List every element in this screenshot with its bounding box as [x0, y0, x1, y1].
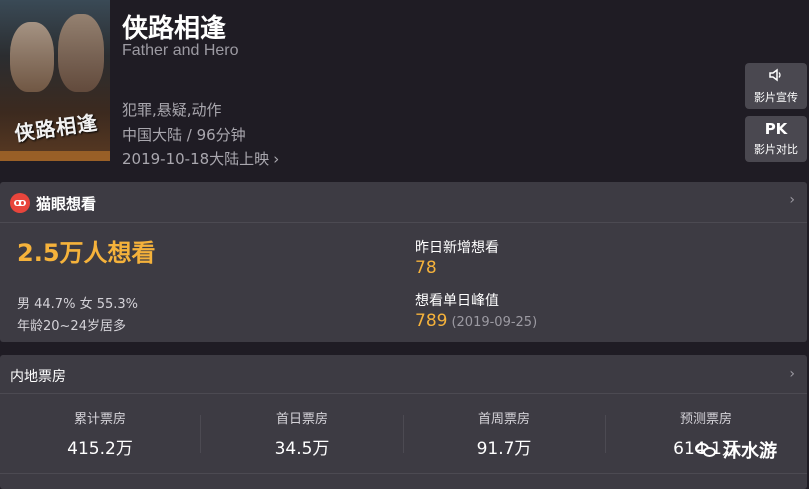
release-date-text: 2019-10-18大陆上映 [122, 150, 270, 168]
stat-cumulative: 累计票房 415.2万 [0, 408, 200, 459]
stat-label: 首日票房 [275, 412, 328, 427]
compare-label: 影片对比 [754, 143, 798, 156]
gender-ratio: 男 44.7% 女 55.3% [17, 297, 138, 312]
stat-label: 首周票房 [477, 412, 530, 427]
stat-first-week: 首周票房 91.7万 [404, 408, 604, 459]
promo-button[interactable]: 影片宣传 [745, 63, 807, 109]
chevron-right-icon[interactable]: › [789, 192, 795, 208]
chevron-right-icon: › [273, 150, 280, 168]
movie-detail-page: 侠路相逢 侠路相逢 Father and Hero 犯罪,悬疑,动作 中国大陆 … [0, 0, 809, 489]
wechat-icon [695, 441, 717, 459]
peak-date: (2019-09-25) [451, 315, 538, 330]
peak-row: 789 (2019-09-25) [415, 311, 537, 331]
maoyan-cat-icon [10, 193, 30, 213]
movie-poster[interactable]: 侠路相逢 [0, 0, 110, 161]
want-header: 猫眼想看 [10, 192, 96, 214]
stat-label: 累计票房 [73, 412, 126, 427]
want-total: 2.5万人想看 [17, 239, 156, 267]
yesterday-new-label: 昨日新增想看 [415, 240, 499, 256]
movie-genre: 犯罪,悬疑,动作 [122, 101, 222, 119]
release-date-link[interactable]: 2019-10-18大陆上映 › [122, 148, 279, 169]
stat-separator [200, 415, 201, 453]
age-distribution: 年龄20~24岁居多 [17, 319, 126, 334]
pk-icon: PK [764, 120, 788, 138]
stat-value: 91.7万 [476, 439, 532, 459]
promo-label: 影片宣传 [754, 90, 798, 104]
watermark-text: 沐水游 [723, 441, 777, 462]
watermark: 沐水游 [695, 437, 777, 463]
divider [0, 393, 807, 394]
stat-value: 34.5万 [274, 439, 330, 459]
poster-band [0, 151, 110, 161]
compare-button[interactable]: PK 影片对比 [745, 116, 807, 162]
movie-region-runtime: 中国大陆 / 96分钟 [122, 126, 246, 144]
want-to-see-card[interactable]: 猫眼想看 › 2.5万人想看 男 44.7% 女 55.3% 年龄20~24岁居… [0, 182, 807, 342]
divider [0, 473, 807, 474]
divider [0, 222, 807, 223]
stat-label: 预测票房 [679, 412, 732, 427]
box-office-card[interactable]: 内地票房 › 累计票房 415.2万 首日票房 34.5万 首周票房 91.7万… [0, 355, 807, 489]
box-office-title: 内地票房 [10, 369, 66, 385]
poster-figure-left [10, 22, 54, 92]
movie-english-title: Father and Hero [122, 42, 239, 59]
peak-label: 想看单日峰值 [415, 293, 499, 309]
movie-header: 侠路相逢 侠路相逢 Father and Hero 犯罪,悬疑,动作 中国大陆 … [0, 0, 809, 178]
yesterday-new-value: 78 [415, 258, 437, 278]
chevron-right-icon[interactable]: › [789, 366, 795, 382]
speaker-icon [768, 68, 784, 85]
want-title: 猫眼想看 [36, 194, 97, 213]
poster-figure-right [58, 14, 104, 92]
stat-value: 415.2万 [67, 439, 133, 459]
stat-first-day: 首日票房 34.5万 [202, 408, 402, 459]
peak-value: 789 [415, 311, 448, 331]
movie-title: 侠路相逢 [122, 14, 227, 44]
poster-title: 侠路相逢 [12, 110, 100, 146]
